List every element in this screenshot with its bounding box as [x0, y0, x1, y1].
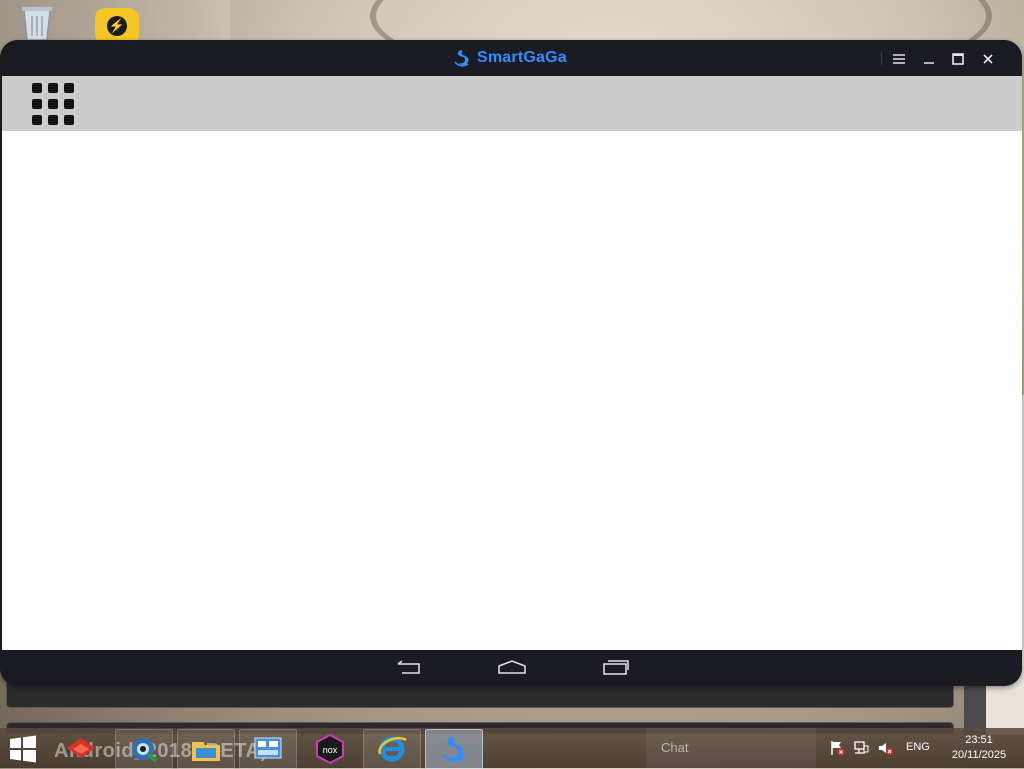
camera-app-icon[interactable] — [115, 729, 173, 769]
smartgaga-logo-icon — [454, 50, 469, 67]
volume-muted-icon[interactable] — [877, 740, 893, 756]
smartgaga-taskbar-icon[interactable] — [425, 729, 483, 769]
network-icon[interactable] — [853, 740, 869, 756]
menu-icon[interactable] — [889, 49, 909, 69]
clock-date: 20/11/2025 — [951, 749, 1007, 761]
file-explorer-icon[interactable] — [177, 729, 235, 769]
clock-time: 23:51 — [965, 734, 993, 746]
language-indicator[interactable]: ENG — [906, 741, 930, 753]
home-icon[interactable] — [496, 658, 528, 678]
svg-text:nox: nox — [323, 745, 338, 755]
app-content-area[interactable] — [2, 131, 1022, 650]
titlebar-separator — [881, 52, 882, 65]
brand-name: SmartGaGa — [477, 49, 567, 66]
minimize-icon[interactable] — [919, 49, 939, 69]
clock[interactable]: 23:51 20/11/2025 — [944, 733, 1014, 763]
internet-explorer-icon[interactable] — [363, 729, 421, 769]
control-panel-icon[interactable] — [239, 729, 297, 769]
recent-apps-icon[interactable] — [600, 658, 632, 678]
maximize-icon[interactable] — [948, 49, 968, 69]
emulator-titlebar[interactable]: SmartGaGa — [0, 40, 1022, 76]
bolt-app-icon[interactable]: ⚡ — [95, 8, 139, 44]
red-app-icon[interactable] — [52, 729, 110, 769]
close-icon[interactable] — [978, 49, 998, 69]
recycle-bin-icon[interactable] — [18, 4, 56, 41]
app-toolbar — [2, 76, 1022, 131]
back-icon[interactable] — [392, 658, 424, 678]
app-grid-icon[interactable] — [32, 83, 76, 127]
emulator-window: SmartGaGa — [0, 40, 1022, 686]
nox-icon[interactable]: nox — [301, 729, 359, 769]
chat-label: Chat — [661, 740, 689, 755]
chat-button[interactable]: Chat — [646, 728, 816, 768]
taskbar: Android_2018 (BETA) nox Chat ENG 23:51 2… — [0, 728, 1024, 769]
brand: SmartGaGa — [452, 48, 567, 68]
flag-warning-icon[interactable] — [829, 740, 845, 756]
android-screen[interactable] — [2, 76, 1022, 650]
android-navbar — [0, 650, 1022, 686]
windows-start-icon[interactable] — [8, 735, 38, 763]
